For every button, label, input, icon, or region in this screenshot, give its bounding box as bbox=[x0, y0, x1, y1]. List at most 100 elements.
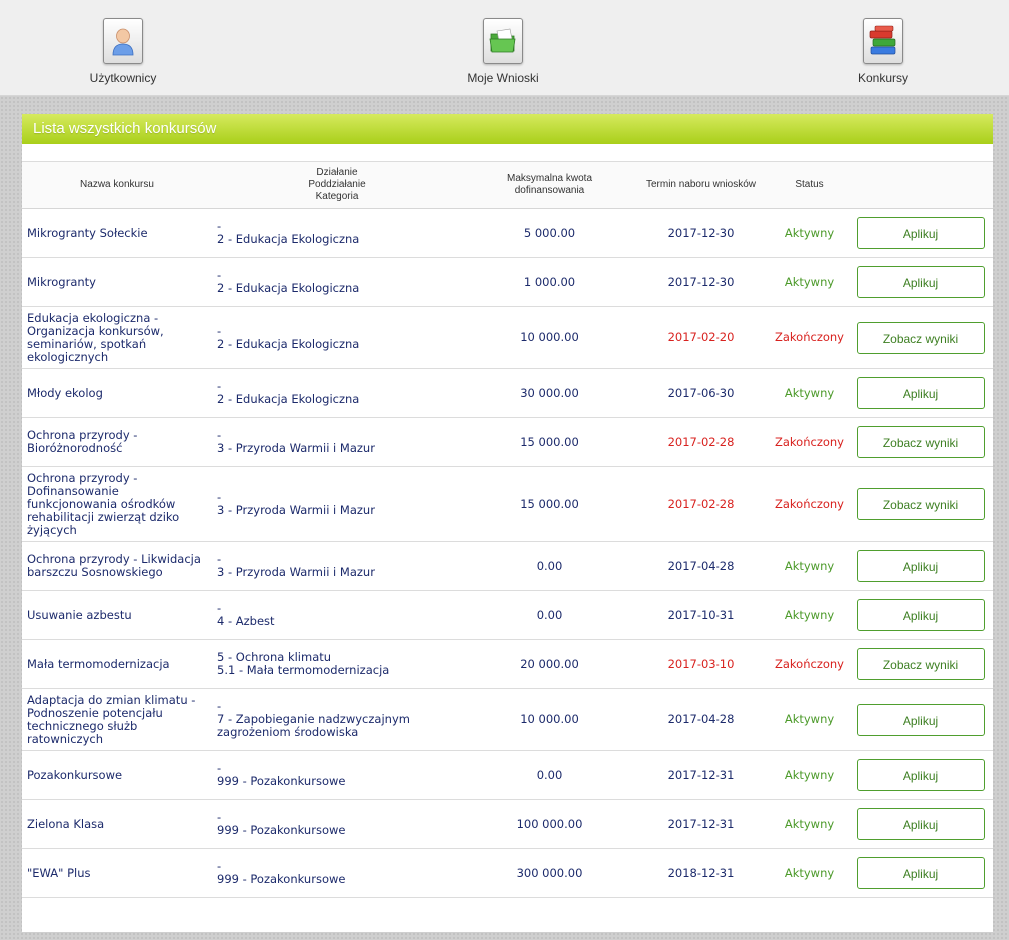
contest-amount: 15 000.00 bbox=[462, 466, 637, 542]
contest-action-line2: 3 - Przyroda Warmii i Mazur bbox=[217, 503, 375, 517]
header-status-text: Status bbox=[795, 179, 824, 190]
view-results-button[interactable]: Zobacz wyniki bbox=[856, 321, 985, 354]
contest-action-cell: Aplikuj bbox=[854, 257, 993, 307]
header-action-line3: Kategoria bbox=[315, 191, 359, 202]
header-status: Status bbox=[765, 162, 854, 209]
contest-action-cell: Zobacz wyniki bbox=[854, 417, 993, 467]
contest-name: Mikrogranty bbox=[22, 257, 212, 307]
contest-action-line1: - bbox=[217, 810, 222, 824]
contest-action-cell: Zobacz wyniki bbox=[854, 466, 993, 542]
header-action: Działanie Poddziałanie Kategoria bbox=[212, 162, 462, 209]
table-row: Ochrona przyrody - Dofinansowanie funkcj… bbox=[22, 466, 993, 542]
panel-spacer bbox=[22, 148, 993, 162]
view-results-button[interactable]: Zobacz wyniki bbox=[856, 426, 985, 458]
apply-button[interactable]: Aplikuj bbox=[856, 217, 985, 249]
contest-action: -3 - Przyroda Warmii i Mazur bbox=[212, 417, 462, 467]
table-row: Mikrogranty -2 - Edukacja Ekologiczna 1 00… bbox=[22, 257, 993, 307]
header-deadline-text: Termin naboru wniosków bbox=[645, 179, 757, 190]
contest-action: -999 - Pozakonkursowe bbox=[212, 848, 462, 898]
contest-action-line2: 4 - Azbest bbox=[217, 614, 275, 628]
header-name-text: Nazwa konkursu bbox=[80, 179, 154, 190]
contest-action-cell: Aplikuj bbox=[854, 688, 993, 751]
contest-status: Zakończony bbox=[765, 639, 854, 689]
contest-action: 5 - Ochrona klimatu 5.1 - Mała termomoder… bbox=[212, 639, 462, 689]
contest-action-line2: 3 - Przyroda Warmii i Mazur bbox=[217, 441, 375, 455]
contest-name: Zielona Klasa bbox=[22, 799, 212, 849]
contest-action-line1: - bbox=[217, 761, 222, 775]
contest-action-line1: - bbox=[217, 699, 222, 713]
contest-action-line1: - bbox=[217, 552, 222, 566]
table-row: Mała termomodernizacja 5 - Ochrona klimat… bbox=[22, 639, 993, 689]
table-row: Usuwanie azbestu -4 - Azbest 0.00 2017-10-3… bbox=[22, 590, 993, 640]
contest-deadline: 2017-02-28 bbox=[637, 466, 765, 542]
contest-status: Aktywny bbox=[765, 590, 854, 640]
contest-deadline: 2017-12-31 bbox=[637, 799, 765, 849]
contest-name: Ochrona przyrody - Dofinansowanie funkcj… bbox=[22, 466, 212, 542]
books-icon[interactable] bbox=[863, 18, 903, 64]
contest-action-line1: - bbox=[217, 859, 222, 873]
contest-name: Pozakonkursowe bbox=[22, 750, 212, 800]
contest-action-cell: Aplikuj bbox=[854, 848, 993, 898]
apply-button[interactable]: Aplikuj bbox=[856, 759, 985, 791]
contest-action-cell: Aplikuj bbox=[854, 208, 993, 258]
contest-action-cell: Aplikuj bbox=[854, 368, 993, 418]
view-results-button[interactable]: Zobacz wyniki bbox=[856, 488, 985, 520]
contest-deadline: 2017-04-28 bbox=[637, 688, 765, 751]
contests-panel: Lista wszystkich konkursów Nazwa konkurs… bbox=[22, 114, 993, 932]
contest-name: Mikrogranty Sołeckie bbox=[22, 208, 212, 258]
apply-button[interactable]: Aplikuj bbox=[856, 266, 985, 298]
contest-deadline: 2017-04-28 bbox=[637, 541, 765, 591]
contest-amount: 0.00 bbox=[462, 541, 637, 591]
contest-amount: 100 000.00 bbox=[462, 799, 637, 849]
contest-amount: 0.00 bbox=[462, 590, 637, 640]
contest-name: Młody ekolog bbox=[22, 368, 212, 418]
contest-action-line1: - bbox=[217, 490, 222, 504]
contest-action-line2: 3 - Przyroda Warmii i Mazur bbox=[217, 565, 375, 579]
header-action-line1: Działanie bbox=[316, 167, 358, 178]
contest-action: -4 - Azbest bbox=[212, 590, 462, 640]
table-row: Ochrona przyrody - Bioróżnorodność -3 - P… bbox=[22, 417, 993, 467]
panel-title: Lista wszystkich konkursów bbox=[22, 114, 993, 144]
contest-status: Aktywny bbox=[765, 799, 854, 849]
contest-deadline: 2017-10-31 bbox=[637, 590, 765, 640]
contest-amount: 10 000.00 bbox=[462, 688, 637, 751]
user-icon[interactable] bbox=[103, 18, 143, 64]
nav-users-label: Użytkownicy bbox=[89, 71, 157, 85]
table-row: Edukacja ekologiczna - Organizacja konku… bbox=[22, 306, 993, 369]
contest-deadline: 2017-12-31 bbox=[637, 750, 765, 800]
contest-status: Aktywny bbox=[765, 848, 854, 898]
contest-name: Adaptacja do zmian klimatu - Podnoszenie… bbox=[22, 688, 212, 751]
contest-status: Aktywny bbox=[765, 750, 854, 800]
apply-button[interactable]: Aplikuj bbox=[856, 550, 985, 582]
contest-action-line2: 999 - Pozakonkursowe bbox=[217, 872, 346, 886]
contest-action: -3 - Przyroda Warmii i Mazur bbox=[212, 466, 462, 542]
apply-button[interactable]: Aplikuj bbox=[856, 599, 985, 631]
contest-action-line2: 2 - Edukacja Ekologiczna bbox=[217, 392, 360, 406]
contest-status: Aktywny bbox=[765, 208, 854, 258]
contest-action: -7 - Zapobieganie nadzwyczajnym zagrożen… bbox=[212, 688, 462, 751]
contest-action-cell: Aplikuj bbox=[854, 750, 993, 800]
contest-action-line1: - bbox=[217, 428, 222, 442]
contest-action-line1: - bbox=[217, 323, 222, 338]
nav-my-applications-label: Moje Wnioski bbox=[467, 71, 539, 85]
contest-status: Aktywny bbox=[765, 368, 854, 418]
contest-amount: 0.00 bbox=[462, 750, 637, 800]
apply-button[interactable]: Aplikuj bbox=[856, 857, 985, 889]
view-results-button[interactable]: Zobacz wyniki bbox=[856, 648, 985, 680]
contest-amount: 15 000.00 bbox=[462, 417, 637, 467]
contest-action: -3 - Przyroda Warmii i Mazur bbox=[212, 541, 462, 591]
apply-button[interactable]: Aplikuj bbox=[856, 808, 985, 840]
nav-users[interactable]: Użytkownicy bbox=[43, 18, 203, 85]
apply-button[interactable]: Aplikuj bbox=[856, 377, 985, 409]
nav-contests[interactable]: Konkursy bbox=[803, 18, 963, 85]
contest-amount: 1 000.00 bbox=[462, 257, 637, 307]
folder-icon[interactable] bbox=[483, 18, 523, 64]
header-actions bbox=[854, 162, 993, 209]
apply-button[interactable]: Aplikuj bbox=[856, 703, 985, 736]
contest-action-cell: Aplikuj bbox=[854, 590, 993, 640]
contest-action-line2: 7 - Zapobieganie nadzwyczajnym zagrożeni… bbox=[217, 712, 410, 739]
header-deadline: Termin naboru wniosków bbox=[637, 162, 765, 209]
nav-my-applications[interactable]: Moje Wnioski bbox=[423, 18, 583, 85]
contest-action-line2: 2 - Edukacja Ekologiczna bbox=[217, 281, 360, 295]
contest-deadline: 2017-12-30 bbox=[637, 208, 765, 258]
